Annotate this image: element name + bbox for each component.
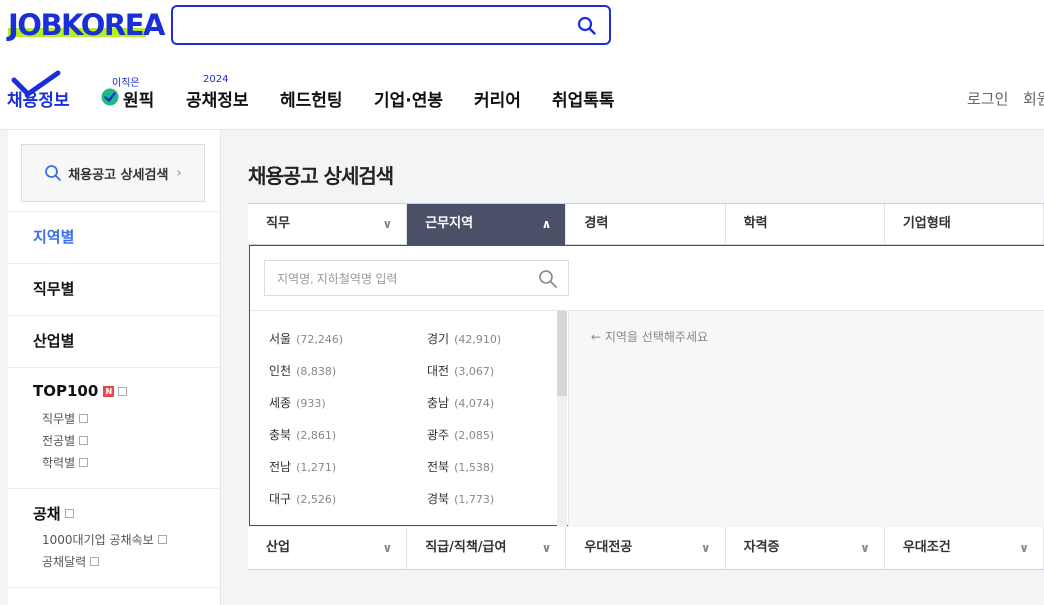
region-search-box (264, 260, 569, 296)
advanced-search-button[interactable]: 채용공고 상세검색 › (21, 144, 205, 202)
page-title: 채용공고 상세검색 (248, 164, 394, 188)
nav-company-salary[interactable]: 기업·연봉 (374, 86, 443, 111)
region-item[interactable]: 서울 (72,246) (269, 330, 343, 347)
region-item[interactable]: 충남 (4,074) (427, 394, 494, 411)
tab-major[interactable]: 우대전공 ∨ (566, 527, 726, 569)
region-item[interactable]: 전남 (1,271) (269, 458, 336, 475)
divider (8, 488, 221, 489)
chevron-down-icon: ∨ (382, 217, 393, 231)
filter-tabs: 직무 ∨ 근무지역 ∧ 경력 학력 기업형태 (248, 203, 1044, 245)
region-list-scrollbar[interactable] (557, 311, 567, 526)
divider (8, 587, 221, 588)
check-circle-icon (101, 88, 119, 106)
external-link-icon (118, 386, 128, 396)
region-item[interactable]: 인천 (8,838) (269, 362, 336, 379)
new-badge: N (103, 385, 115, 397)
nav-talk[interactable]: 취업톡톡 (552, 86, 615, 111)
sidebar-subitem-top100-edu[interactable]: 학력별 (42, 454, 89, 471)
region-list: 서울 (72,246) 경기 (42,910) 인천 (8,838) 대전 (3,067… (250, 311, 568, 526)
tab-education[interactable]: 학력 (726, 204, 885, 245)
external-link-icon (79, 414, 89, 423)
sidebar-subitem-gongchae-calendar[interactable]: 공채달력 (42, 553, 100, 570)
tab-certificate[interactable]: 자격증 ∨ (726, 527, 885, 569)
region-hint: ← 지역을 선택해주세요 (591, 330, 709, 344)
region-item[interactable]: 대전 (3,067) (427, 362, 494, 379)
sidebar-item-industry[interactable]: 산업별 (33, 330, 74, 351)
sidebar-subitem-top100-job[interactable]: 직무별 (42, 410, 89, 427)
signup-link[interactable]: 회원 (1023, 88, 1044, 109)
region-item[interactable]: 대구 (2,526) (269, 490, 336, 507)
search-icon[interactable] (577, 16, 597, 36)
divider (8, 315, 221, 316)
divider (8, 211, 221, 212)
region-item[interactable]: 경기 (42,910) (427, 330, 501, 347)
region-search-input[interactable] (277, 269, 527, 289)
tab-experience[interactable]: 경력 (566, 204, 726, 245)
region-item[interactable]: 세종 (933) (269, 394, 326, 411)
login-link[interactable]: 로그인 (967, 88, 1008, 109)
region-item[interactable]: 충북 (2,861) (269, 426, 336, 443)
chevron-down-icon: ∨ (860, 541, 870, 555)
tab-rank-salary[interactable]: 직급/직책/급여 ∨ (407, 527, 567, 569)
sidebar-item-top100[interactable]: TOP100 N (33, 382, 128, 400)
region-item[interactable]: 경북 (1,773) (427, 490, 494, 507)
nav-career[interactable]: 커리어 (474, 86, 521, 111)
nav-headhunting[interactable]: 헤드헌팅 (280, 86, 343, 111)
scroll-thumb[interactable] (557, 311, 567, 396)
external-link-icon (79, 458, 89, 467)
region-item[interactable]: 전북 (1,538) (427, 458, 494, 475)
sidebar-item-job[interactable]: 직무별 (33, 278, 74, 299)
external-link-icon (157, 535, 167, 544)
divider (8, 263, 221, 264)
filter-tabs-secondary: 산업 ∨ 직급/직책/급여 ∨ 우대전공 ∨ 자격증 ∨ 우대조건 ∨ (248, 527, 1044, 570)
chevron-down-icon: ∨ (1019, 541, 1030, 555)
advanced-search-label: 채용공고 상세검색 (68, 167, 169, 183)
gongchae-label: 공채 (33, 505, 61, 523)
divider (8, 367, 221, 368)
sidebar-item-region[interactable]: 지역별 (33, 226, 74, 247)
region-item[interactable]: 광주 (2,085) (427, 426, 494, 443)
external-link-icon (64, 509, 74, 518)
chevron-down-icon: ∨ (700, 541, 711, 555)
top100-label: TOP100 (33, 382, 99, 400)
region-panel: 서울(72,246) 경기(42,910) 인천(8,838) 대전(3,067… (249, 245, 1044, 526)
nav-onepick[interactable]: 원픽 (123, 86, 154, 111)
search-box (171, 5, 611, 45)
tab-preference[interactable]: 우대조건 ∨ (885, 527, 1044, 569)
tab-region[interactable]: 근무지역 ∧ (407, 204, 567, 245)
logo[interactable]: JOBKOREA (8, 8, 165, 42)
search-icon (45, 165, 62, 181)
header: JOBKOREA 채용정보 이직은 원픽 2024 공채정보 헤드헌팅 기업·연… (0, 0, 1044, 130)
tab-job[interactable]: 직무 ∨ (248, 204, 408, 245)
sidebar-subitem-gongchae-news[interactable]: 1000대기업 공채속보 (42, 531, 167, 548)
external-link-icon (79, 436, 89, 445)
chevron-up-icon: ∧ (541, 217, 552, 231)
search-input[interactable] (183, 13, 563, 37)
chevron-down-icon: ∨ (541, 541, 552, 555)
nav-gongchae[interactable]: 공채정보 (186, 86, 249, 111)
nav-recruit[interactable]: 채용정보 (7, 86, 70, 111)
search-icon[interactable] (538, 269, 558, 289)
tab-company-type[interactable]: 기업형태 (885, 204, 1044, 245)
nav-gongchae-sup: 2024 (203, 74, 229, 85)
sidebar-subitem-top100-major[interactable]: 전공별 (42, 432, 89, 449)
selected-region-area: ← 지역을 선택해주세요 (568, 311, 1044, 526)
sidebar: 채용공고 상세검색 › 지역별 직무별 산업별 TOP100 N 직무별 전공별… (8, 130, 221, 605)
tab-industry[interactable]: 산업 ∨ (248, 527, 408, 569)
chevron-down-icon: ∨ (382, 541, 393, 555)
external-link-icon (90, 557, 100, 566)
chevron-right-icon: › (176, 165, 182, 181)
sidebar-item-gongchae[interactable]: 공채 (33, 503, 74, 524)
